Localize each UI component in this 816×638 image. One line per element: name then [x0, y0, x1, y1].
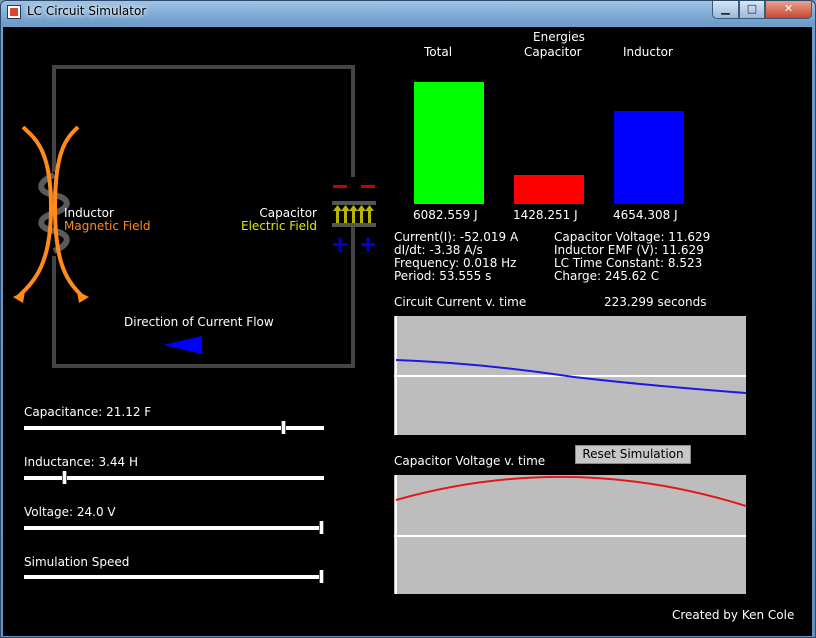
- energy-value-total: 6082.559 J: [413, 208, 478, 222]
- energies-heading: Energies: [533, 30, 585, 44]
- minus-sign: [361, 185, 375, 188]
- energy-bar-capacitor: [514, 175, 584, 204]
- readout-inductor-emf: Inductor EMF (V): 11.629: [554, 243, 704, 257]
- app-window: LC Circuit Simulator ▁ □ ✕ Inductor Magn…: [0, 0, 816, 638]
- capacitance-label: Capacitance: 21.12 F: [24, 405, 152, 419]
- readout-charge: Charge: 245.62 C: [554, 269, 660, 283]
- java-app-icon: [7, 5, 21, 19]
- energy-column-inductor: Inductor: [623, 45, 673, 59]
- simulation-speed-slider-thumb[interactable]: [319, 570, 324, 583]
- energy-value-inductor: 4654.308 J: [613, 208, 678, 222]
- electric-field-icon: [333, 205, 374, 223]
- elapsed-time: 223.299 seconds: [604, 295, 707, 309]
- reset-simulation-button[interactable]: Reset Simulation: [575, 445, 691, 464]
- capacitance-slider[interactable]: [24, 421, 324, 434]
- energy-column-capacitor: Capacitor: [524, 45, 582, 59]
- readout-frequency: Frequency: 0.018 Hz: [394, 256, 517, 270]
- inductance-label: Inductance: 3.44 H: [24, 455, 139, 469]
- current-plot: [394, 316, 746, 435]
- capacitor-label: Capacitor: [259, 206, 317, 220]
- readout-current: Current(I): -52.019 A: [394, 230, 519, 244]
- simulation-speed-slider[interactable]: [24, 570, 324, 583]
- magnetic-field-label: Magnetic Field: [64, 219, 151, 233]
- minimize-icon: ▁: [721, 2, 730, 15]
- readout-period: Period: 53.555 s: [394, 269, 492, 283]
- close-button[interactable]: ✕: [765, 1, 812, 19]
- simulation-speed-label: Simulation Speed: [24, 555, 130, 569]
- voltage-slider-thumb[interactable]: [319, 521, 324, 534]
- voltage-plot: [394, 475, 746, 594]
- inductor-label: Inductor: [64, 206, 114, 220]
- maximize-icon: □: [746, 2, 758, 15]
- title-bar[interactable]: LC Circuit Simulator ▁ □ ✕: [1, 1, 815, 23]
- maximize-button[interactable]: □: [739, 1, 765, 19]
- capacitance-slider-thumb[interactable]: [281, 421, 286, 434]
- current-direction-arrow-icon: [163, 336, 202, 354]
- readout-capacitor-voltage: Capacitor Voltage: 11.629: [554, 230, 711, 244]
- author-credit: Created by Ken Cole: [672, 608, 795, 622]
- voltage-label: Voltage: 24.0 V: [24, 505, 116, 519]
- inductance-slider[interactable]: [24, 471, 324, 484]
- voltage-trace: [395, 475, 746, 507]
- energy-bar-total: [414, 82, 484, 204]
- inductance-slider-thumb[interactable]: [62, 471, 67, 484]
- energy-column-total: Total: [424, 45, 453, 59]
- close-icon: ✕: [783, 2, 794, 15]
- simulator-panel: Inductor Magnetic Field Capacitor Electr…: [3, 27, 812, 636]
- voltage-graph-title: Capacitor Voltage v. time: [394, 454, 546, 468]
- electric-field-label: Electric Field: [241, 219, 317, 233]
- current-plot-canvas: [394, 316, 746, 435]
- voltage-slider[interactable]: [24, 521, 324, 534]
- current-graph-title: Circuit Current v. time: [394, 295, 527, 309]
- voltage-plot-canvas: [394, 475, 746, 594]
- minimize-button[interactable]: ▁: [712, 1, 739, 19]
- minus-sign: [333, 185, 347, 188]
- readout-didt: dI/dt: -3.38 A/s: [394, 243, 483, 257]
- energy-value-capacitor: 1428.251 J: [513, 208, 578, 222]
- readout-lc-time-constant: LC Time Constant: 8.523: [554, 256, 703, 270]
- energy-bar-inductor: [614, 111, 684, 204]
- window-title: LC Circuit Simulator: [27, 4, 147, 18]
- current-flow-label: Direction of Current Flow: [124, 315, 274, 329]
